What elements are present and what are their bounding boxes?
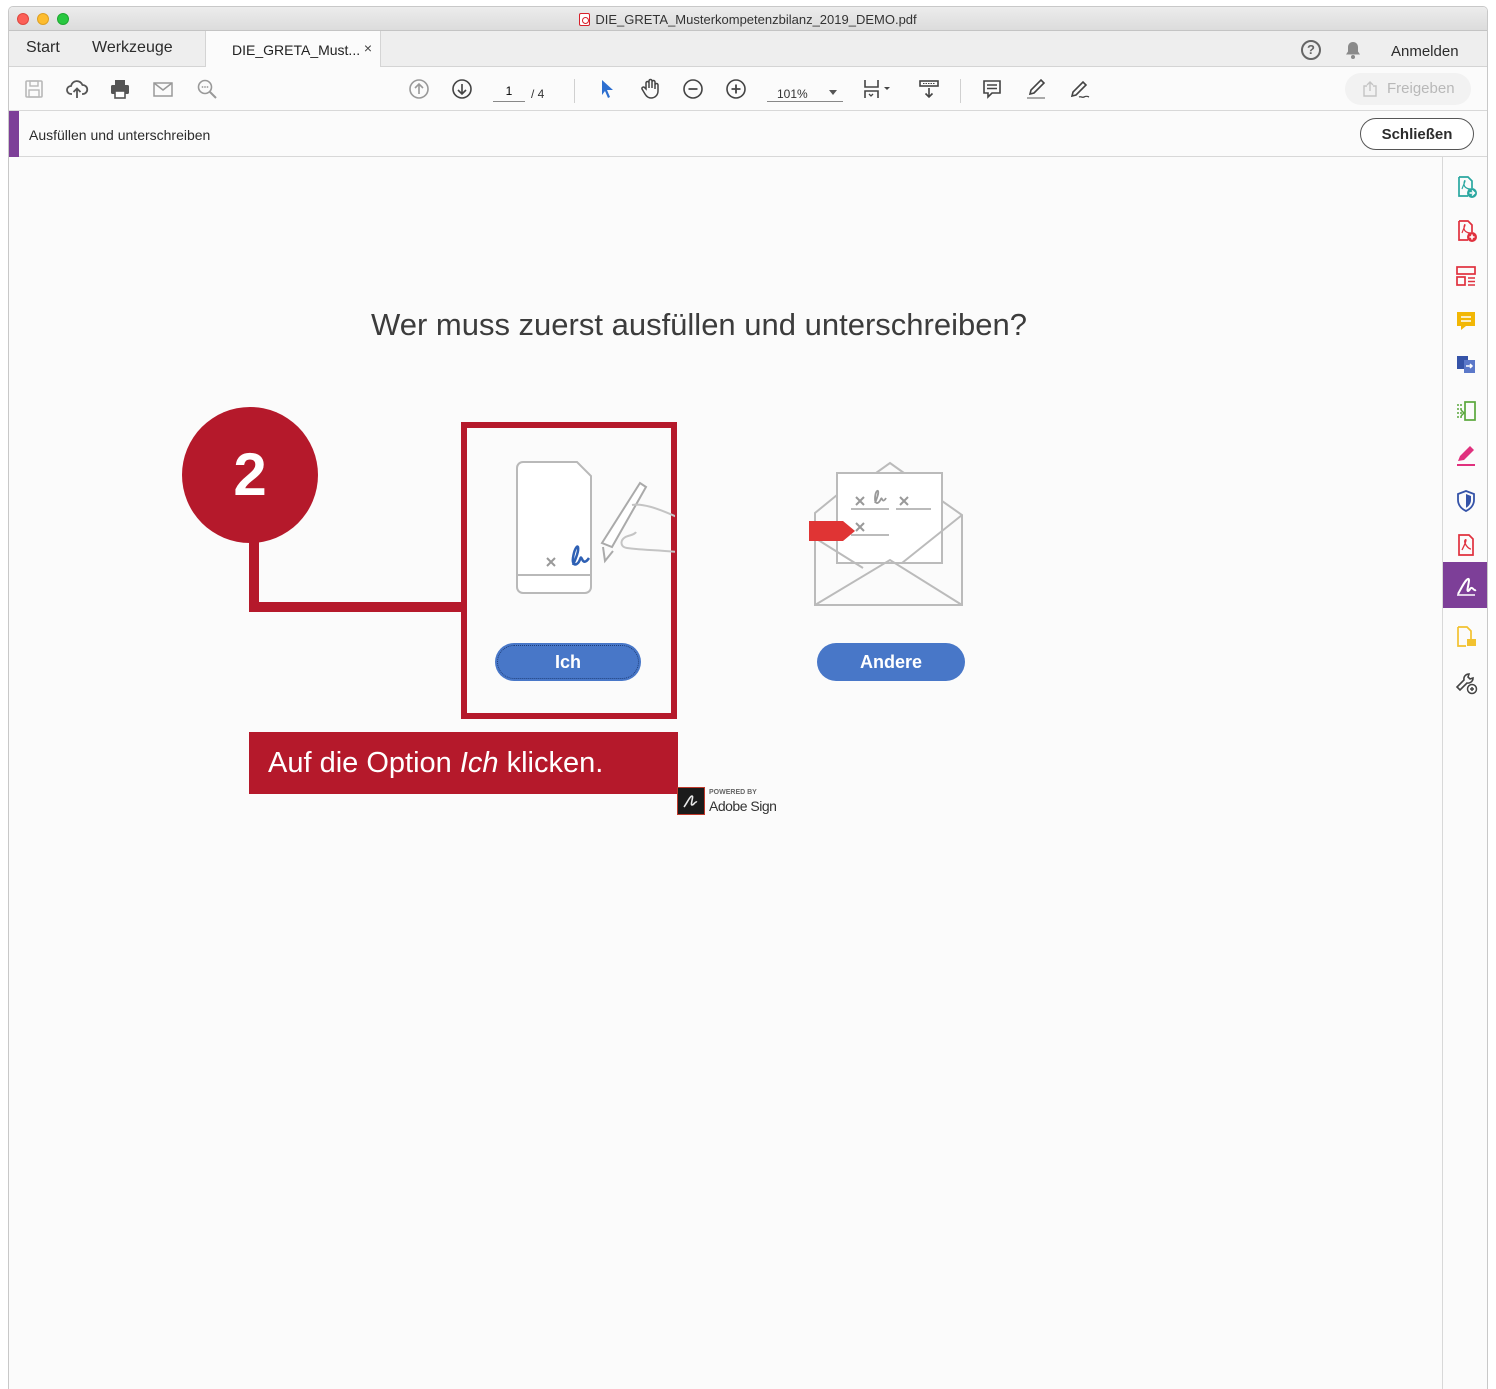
scroll-mode-icon[interactable]	[917, 77, 941, 101]
organize-pages-icon[interactable]	[1454, 264, 1478, 288]
combine-files-icon[interactable]	[1454, 353, 1478, 377]
upload-cloud-icon[interactable]	[65, 77, 89, 101]
save-icon[interactable]	[22, 77, 46, 101]
share-button-label: Freigeben	[1387, 80, 1455, 97]
fill-sign-title: Ausfüllen und unterschreiben	[29, 127, 211, 143]
tools-pane	[1442, 157, 1487, 1389]
select-cursor-icon[interactable]	[595, 77, 619, 101]
edit-pdf-icon[interactable]	[1454, 399, 1478, 423]
option-me-button[interactable]: Ich	[495, 643, 641, 681]
zoom-level-value: 101%	[777, 87, 808, 101]
search-zoom-icon[interactable]	[195, 77, 219, 101]
callout-text-after: klicken.	[498, 747, 604, 779]
callout-text-before: Auf die Option	[268, 747, 460, 779]
tab-tools[interactable]: Werkzeuge	[92, 39, 173, 57]
tab-document-label: DIE_GRETA_Must...	[232, 42, 361, 58]
protect-icon[interactable]	[1454, 489, 1478, 513]
login-link[interactable]: Anmelden	[1391, 43, 1459, 60]
pdf-file-icon	[579, 13, 591, 26]
main-toolbar: / 4 101%	[9, 67, 1487, 111]
create-pdf-icon[interactable]	[1454, 219, 1478, 243]
comment-tool-icon[interactable]	[1454, 309, 1478, 333]
sign-icon[interactable]	[1067, 77, 1091, 101]
title-bar: DIE_GRETA_Musterkompetenzbilanz_2019_DEM…	[9, 7, 1487, 31]
page-view-icon[interactable]	[861, 77, 893, 101]
instruction-callout: Auf die Option Ich klicken.	[249, 732, 678, 794]
comment-icon[interactable]	[980, 77, 1004, 101]
tool-accent-bar	[9, 111, 19, 157]
pdf-document-icon[interactable]	[1454, 533, 1478, 557]
callout-connector	[249, 537, 259, 612]
page-up-icon[interactable]	[407, 77, 431, 101]
send-envelope-illustration[interactable]	[799, 453, 979, 623]
notification-bell-icon[interactable]	[1343, 40, 1363, 60]
window-title-text: DIE_GRETA_Musterkompetenzbilanz_2019_DEM…	[595, 12, 917, 27]
page-total-label: / 4	[531, 87, 545, 101]
zoom-level-dropdown[interactable]: 101%	[767, 80, 843, 102]
page-number-input[interactable]	[493, 80, 525, 102]
close-tool-button[interactable]: Schließen	[1360, 118, 1474, 150]
fill-sign-toolbar: Ausfüllen und unterschreiben Schließen	[9, 111, 1487, 157]
more-tools-icon[interactable]	[1454, 671, 1478, 695]
zoom-in-icon[interactable]	[724, 77, 748, 101]
fill-sign-tool-icon[interactable]	[1454, 444, 1478, 468]
tab-bar: Start Werkzeuge DIE_GRETA_Must... × ? An…	[9, 31, 1487, 67]
callout-connector	[249, 602, 465, 612]
callout-text-emphasis: Ich	[459, 747, 499, 779]
page-down-icon[interactable]	[450, 77, 474, 101]
hand-icon[interactable]	[638, 77, 662, 101]
zoom-out-icon[interactable]	[681, 77, 705, 101]
send-review-icon[interactable]	[1454, 625, 1478, 649]
sign-document-illustration[interactable]	[499, 455, 675, 615]
export-pdf-icon[interactable]	[1454, 175, 1478, 199]
mail-icon[interactable]	[151, 77, 175, 101]
highlight-pen-icon[interactable]	[1024, 77, 1048, 101]
chevron-down-icon	[829, 90, 837, 95]
window-title: DIE_GRETA_Musterkompetenzbilanz_2019_DEM…	[9, 12, 1487, 27]
tab-close-icon[interactable]: ×	[364, 40, 372, 56]
option-others-button[interactable]: Andere	[817, 643, 965, 681]
toolbar-divider	[960, 79, 961, 103]
step-number-badge: 2	[182, 407, 318, 543]
dialog-question: Wer muss zuerst ausfüllen und unterschre…	[371, 307, 1027, 342]
share-icon	[1363, 81, 1377, 97]
help-icon[interactable]: ?	[1301, 40, 1321, 60]
adobe-sign-tool-icon[interactable]	[1454, 574, 1478, 598]
print-icon[interactable]	[108, 77, 132, 101]
tab-document[interactable]: DIE_GRETA_Must... ×	[205, 31, 381, 67]
tab-start[interactable]: Start	[26, 39, 60, 57]
app-window: DIE_GRETA_Musterkompetenzbilanz_2019_DEM…	[8, 6, 1488, 1389]
adobe-sign-logo-icon	[677, 787, 705, 815]
powered-by-brand: Adobe Sign	[709, 798, 777, 814]
toolbar-divider	[574, 79, 575, 103]
powered-by-label: POWERED BY	[709, 789, 757, 796]
share-button[interactable]: Freigeben	[1345, 73, 1471, 105]
